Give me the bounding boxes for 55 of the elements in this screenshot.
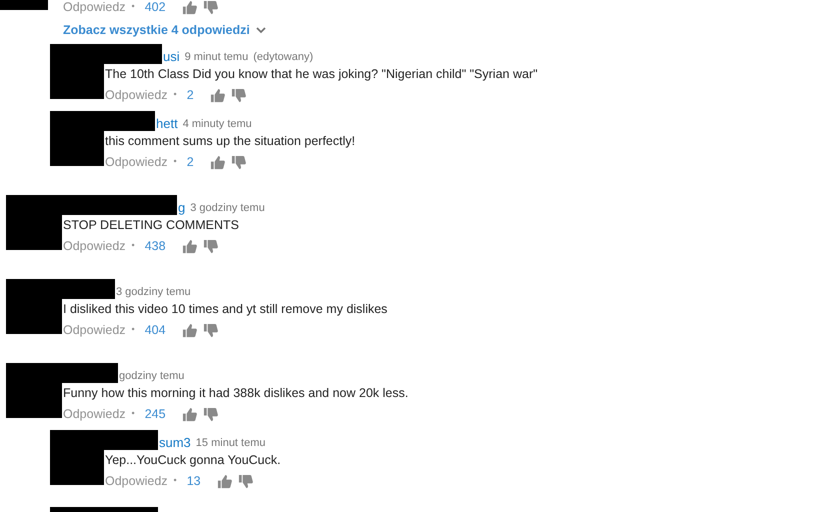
redaction-box: [0, 0, 48, 10]
author-name[interactable]: g: [178, 200, 186, 215]
edited-label: (edytowany): [253, 50, 314, 64]
like-count: 2: [186, 86, 194, 104]
like-count: 2: [186, 154, 194, 171]
author-name[interactable]: usi: [163, 49, 180, 64]
comment-text: Yep...YouCuck gonna YouCuck.: [105, 452, 282, 469]
thumbs-down-icon[interactable]: [202, 322, 218, 338]
thumbs-down-icon[interactable]: [238, 474, 253, 488]
separator-dot: •: [132, 0, 135, 14]
reply-link[interactable]: Odpowiedz: [63, 404, 126, 424]
comment-time[interactable]: 3 godziny temu: [190, 201, 265, 215]
comment-text: I disliked this video 10 times and yt still remove my dislikes: [63, 301, 388, 318]
reply-link[interactable]: Odpowiedz: [63, 236, 126, 256]
reply-link[interactable]: Odpowiedz: [105, 86, 168, 104]
thumbs-up-icon[interactable]: [182, 406, 197, 422]
comment-time[interactable]: 3 godziny temu: [116, 285, 191, 299]
thumbs-down-icon[interactable]: [202, 238, 218, 254]
separator-dot: •: [174, 88, 177, 102]
thumbs-up-icon[interactable]: [182, 0, 197, 14]
thumbs-down-icon[interactable]: [202, 0, 218, 14]
separator-dot: •: [132, 323, 135, 336]
like-count: 404: [144, 322, 166, 339]
comment-time[interactable]: godziny temu: [119, 369, 184, 383]
comment-text: Funny how this morning it had 388k dislikes and now 20k less.: [63, 385, 410, 402]
thumbs-up-icon[interactable]: [182, 238, 197, 254]
like-count: 245: [144, 406, 166, 423]
comment-text: The 10th Class Did you know that he was joking? "Nigerian child" "Syrian war": [105, 66, 539, 83]
thumbs-down-icon[interactable]: [202, 406, 218, 422]
thumbs-up-icon[interactable]: [210, 88, 225, 102]
separator-dot: •: [132, 239, 135, 252]
reply-link[interactable]: Odpowiedz: [63, 320, 126, 340]
like-count: 438: [144, 238, 166, 255]
thumbs-up-icon[interactable]: [216, 474, 232, 488]
reply-link[interactable]: Odpowiedz: [105, 152, 168, 172]
separator-dot: •: [174, 474, 177, 488]
view-replies-link[interactable]: Zobacz wszystkie 4 odpowiedzi: [63, 21, 266, 39]
thumbs-down-icon[interactable]: [230, 154, 246, 170]
like-count: 13: [186, 472, 201, 490]
chevron-down-icon: [256, 25, 266, 35]
comment-text: this comment sums up the situation perfectly!: [105, 133, 356, 150]
separator-dot: •: [174, 155, 177, 168]
reply-link[interactable]: Odpowiedz: [63, 0, 126, 16]
reply-link[interactable]: Odpowiedz: [105, 472, 168, 490]
comment-text: STOP DELETING COMMENTS: [63, 217, 240, 234]
separator-dot: •: [132, 407, 135, 420]
author-name[interactable]: hett: [156, 116, 178, 131]
like-count: 402: [144, 0, 166, 16]
thumbs-down-icon[interactable]: [230, 88, 246, 102]
thumbs-up-icon[interactable]: [182, 322, 197, 338]
author-name[interactable]: sum3: [159, 435, 191, 450]
thumbs-up-icon[interactable]: [210, 154, 225, 170]
comment-time[interactable]: 4 minuty temu: [182, 117, 252, 131]
comment-time[interactable]: 9 minut temu: [184, 50, 248, 64]
comment-time[interactable]: 15 minut temu: [196, 436, 266, 450]
